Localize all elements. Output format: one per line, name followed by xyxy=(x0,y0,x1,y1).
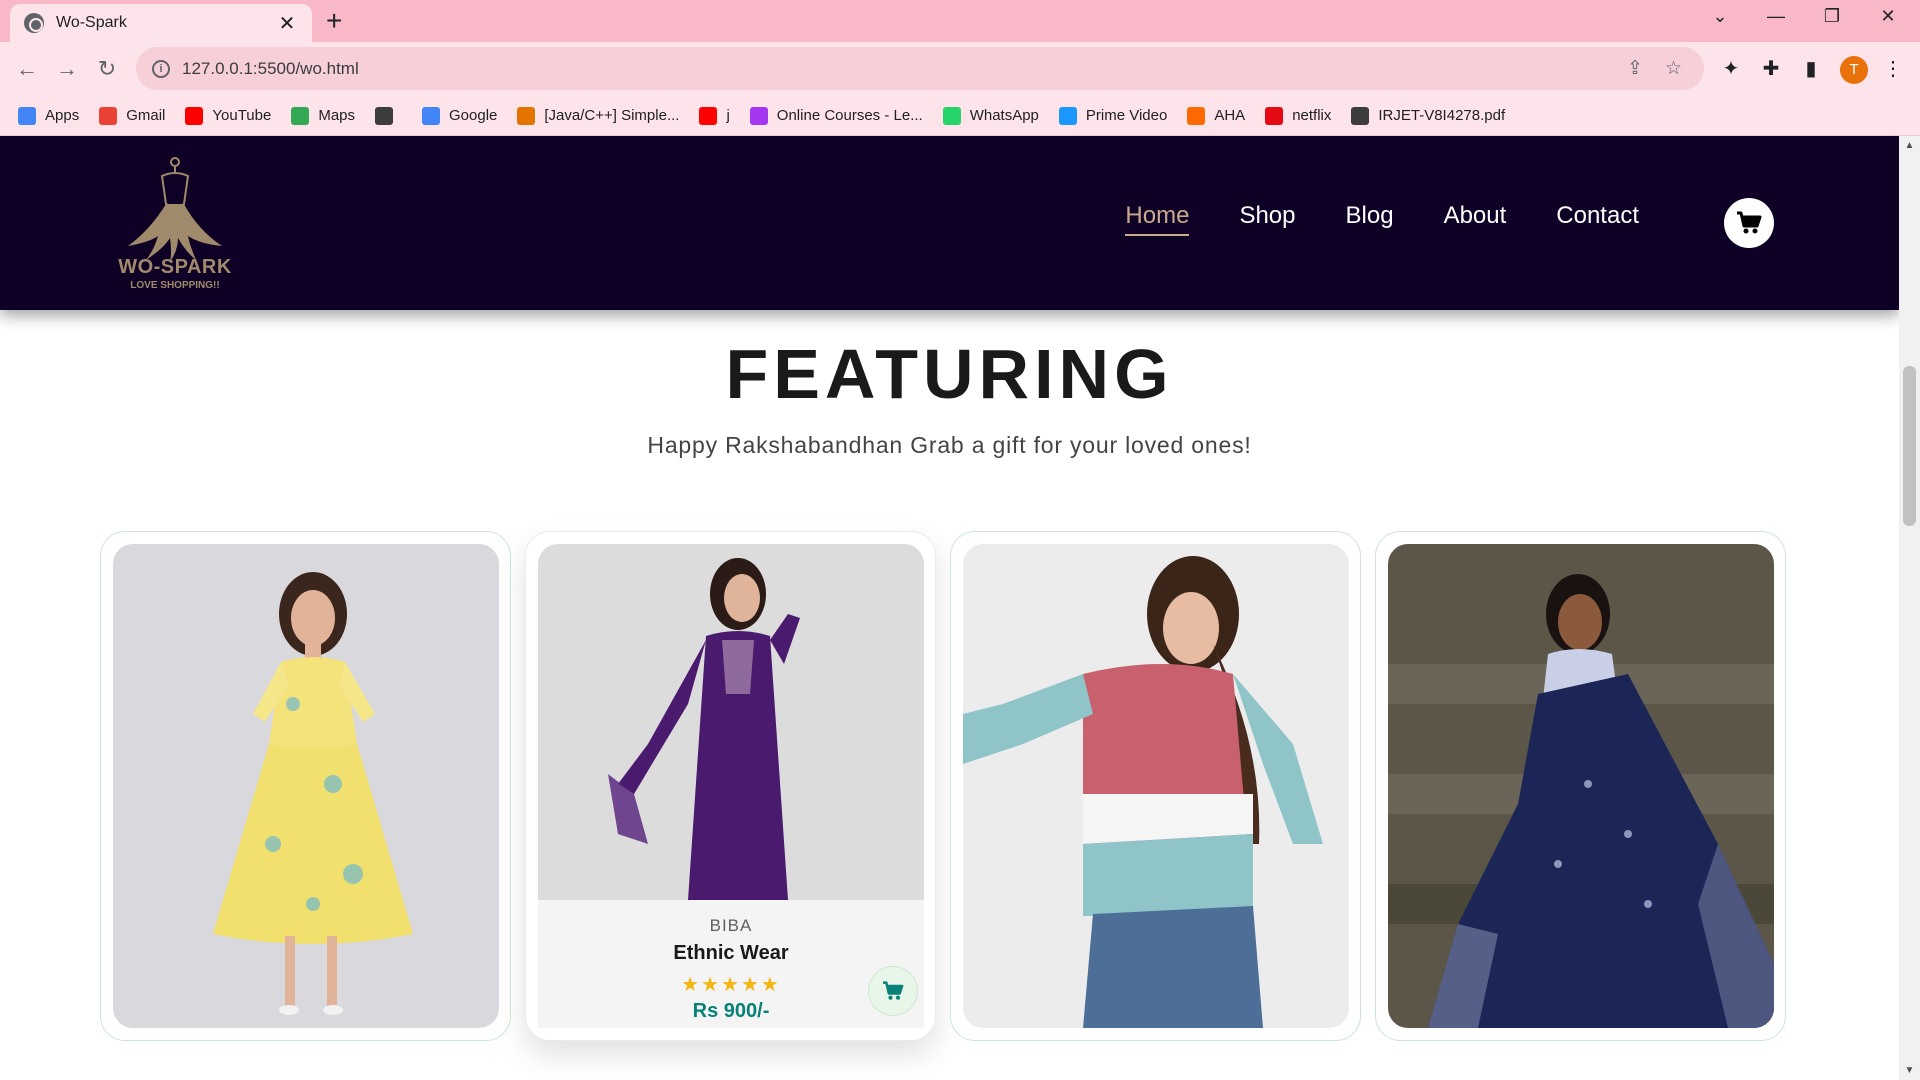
bookmark-label: AHA xyxy=(1214,107,1246,124)
star-rating: ★★★★★ xyxy=(681,974,781,996)
side-panel-icon[interactable]: ▮ xyxy=(1798,56,1824,82)
product-card[interactable] xyxy=(100,531,511,1041)
bookmark-label: WhatsApp xyxy=(969,107,1039,124)
site-header: WO-SPARK LOVE SHOPPING!! Home Shop Blog … xyxy=(0,136,1899,310)
whatsapp-icon xyxy=(942,106,961,125)
product-card[interactable] xyxy=(950,531,1361,1041)
product-card-featured[interactable]: BIBA Ethnic Wear ★★★★★ Rs 900/- xyxy=(525,531,936,1041)
product-price: Rs 900/- xyxy=(692,1000,770,1022)
bookmark-label: j xyxy=(726,107,730,124)
bookmark-label: IRJET-V8I4278.pdf xyxy=(1378,107,1506,124)
bookmark-item[interactable]: Maps xyxy=(291,106,356,125)
restore-button[interactable]: ❐ xyxy=(1812,6,1852,27)
menu-kebab-icon[interactable]: ⋮ xyxy=(1880,56,1906,82)
youtube-icon xyxy=(699,106,718,125)
product-image[interactable] xyxy=(538,544,924,900)
new-tab-button[interactable]: + xyxy=(326,7,342,35)
globe-icon xyxy=(24,13,44,33)
logo-tagline: LOVE SHOPPING!! xyxy=(130,280,220,291)
tab-title: Wo-Spark xyxy=(56,14,127,31)
apps-grid-icon xyxy=(18,106,36,125)
close-window-button[interactable]: ✕ xyxy=(1868,6,1908,27)
maps-pin-icon xyxy=(291,106,310,125)
browser-toolbar: ← → ↻ i 127.0.0.1:5500/wo.html ⇪ ☆ ✦ ✚ ▮… xyxy=(0,42,1920,96)
globe-icon xyxy=(1351,106,1370,125)
bookmark-label: Online Courses - Le... xyxy=(776,107,923,124)
share-icon[interactable]: ⇪ xyxy=(1627,57,1643,80)
section-subtitle: Happy Rakshabandhan Grab a gift for your… xyxy=(647,432,1252,458)
product-name: Ethnic Wear xyxy=(673,942,789,964)
bookmark-label: Apps xyxy=(45,107,80,124)
gmail-icon xyxy=(99,106,118,125)
bookmark-item[interactable]: Online Courses - Le... xyxy=(749,106,923,125)
bookmark-label: YouTube xyxy=(212,107,272,124)
url-text: 127.0.0.1:5500/wo.html xyxy=(182,58,359,78)
back-button[interactable]: ← xyxy=(12,54,42,84)
reload-button[interactable]: ↻ xyxy=(92,54,122,84)
site-info-icon[interactable]: i xyxy=(152,59,170,78)
header-cart-button[interactable] xyxy=(1724,198,1774,248)
bookmark-item[interactable]: WhatsApp xyxy=(942,106,1039,125)
code-icon xyxy=(517,106,536,125)
profile-avatar[interactable]: T xyxy=(1840,56,1868,84)
browser-tab[interactable]: Wo-Spark ✕ xyxy=(10,4,312,42)
bookmark-item[interactable]: Prime Video xyxy=(1058,106,1168,125)
bookmark-label: Gmail xyxy=(126,107,166,124)
scroll-up-arrow[interactable]: ▲ xyxy=(1903,140,1916,151)
product-info-panel: BIBA Ethnic Wear ★★★★★ Rs 900/- xyxy=(538,900,924,1028)
bookmark-label: Maps xyxy=(318,107,356,124)
scroll-down-arrow[interactable]: ▼ xyxy=(1903,1065,1916,1076)
section-title: FEATURING xyxy=(725,335,1174,413)
nav-about[interactable]: About xyxy=(1444,202,1507,230)
nav-shop[interactable]: Shop xyxy=(1239,202,1295,230)
globe-icon xyxy=(375,106,394,125)
bookmarks-bar: Apps Gmail YouTube Maps Google [Java/C++] Sim… xyxy=(0,96,1920,136)
product-card[interactable] xyxy=(1375,531,1786,1041)
bookmark-item[interactable]: Apps xyxy=(18,106,80,125)
cart-icon xyxy=(883,981,904,1000)
bookmark-label: Google xyxy=(449,107,498,124)
page-scrollbar[interactable]: ▲ ▼ xyxy=(1899,136,1920,1080)
google-icon xyxy=(422,106,441,125)
bookmark-item[interactable]: netflix xyxy=(1265,106,1332,125)
bookmark-item[interactable]: Google xyxy=(422,106,498,125)
address-bar[interactable]: i 127.0.0.1:5500/wo.html ⇪ ☆ xyxy=(136,47,1704,90)
nav-home[interactable]: Home xyxy=(1125,202,1190,236)
bookmark-label: Prime Video xyxy=(1085,107,1168,124)
main-nav: Home Shop Blog About Contact xyxy=(1075,202,1639,236)
aha-icon xyxy=(1187,106,1206,125)
bookmark-item[interactable]: Gmail xyxy=(99,106,166,125)
bookmark-item[interactable]: YouTube xyxy=(185,106,272,125)
nav-contact[interactable]: Contact xyxy=(1556,202,1639,230)
page-viewport: WO-SPARK LOVE SHOPPING!! Home Shop Blog … xyxy=(0,136,1899,1080)
bookmark-item[interactable]: [Java/C++] Simple... xyxy=(517,106,680,125)
bookmark-item[interactable] xyxy=(375,106,402,125)
forward-button[interactable]: → xyxy=(52,54,82,84)
scrollbar-thumb[interactable] xyxy=(1903,366,1916,526)
udemy-icon xyxy=(749,106,768,125)
browser-tab-bar: Wo-Spark ✕ + ⌄ — ❐ ✕ xyxy=(0,0,1920,42)
bookmark-label: [Java/C++] Simple... xyxy=(544,107,680,124)
puzzle-extensions-icon[interactable]: ✚ xyxy=(1758,56,1784,82)
product-image[interactable] xyxy=(113,544,499,1028)
prime-video-icon xyxy=(1058,106,1077,125)
logo-text: WO-SPARK xyxy=(118,256,232,278)
close-tab-icon[interactable]: ✕ xyxy=(276,11,298,36)
bookmark-item[interactable]: IRJET-V8I4278.pdf xyxy=(1351,106,1506,125)
bookmark-item[interactable]: AHA xyxy=(1187,106,1246,125)
netflix-icon xyxy=(1265,106,1284,125)
bookmark-label: netflix xyxy=(1292,107,1332,124)
tab-search-icon[interactable]: ⌄ xyxy=(1700,6,1740,27)
product-image[interactable] xyxy=(963,544,1349,1028)
youtube-icon xyxy=(185,106,204,125)
bookmark-star-icon[interactable]: ☆ xyxy=(1665,57,1682,80)
minimize-button[interactable]: — xyxy=(1756,6,1796,27)
product-image[interactable] xyxy=(1388,544,1774,1028)
bookmark-item[interactable]: j xyxy=(699,106,730,125)
cart-icon xyxy=(1737,211,1762,234)
product-brand: BIBA xyxy=(709,916,753,935)
nav-blog[interactable]: Blog xyxy=(1346,202,1394,230)
extension-icon[interactable]: ✦ xyxy=(1718,56,1744,82)
add-to-cart-button[interactable] xyxy=(868,966,918,1016)
